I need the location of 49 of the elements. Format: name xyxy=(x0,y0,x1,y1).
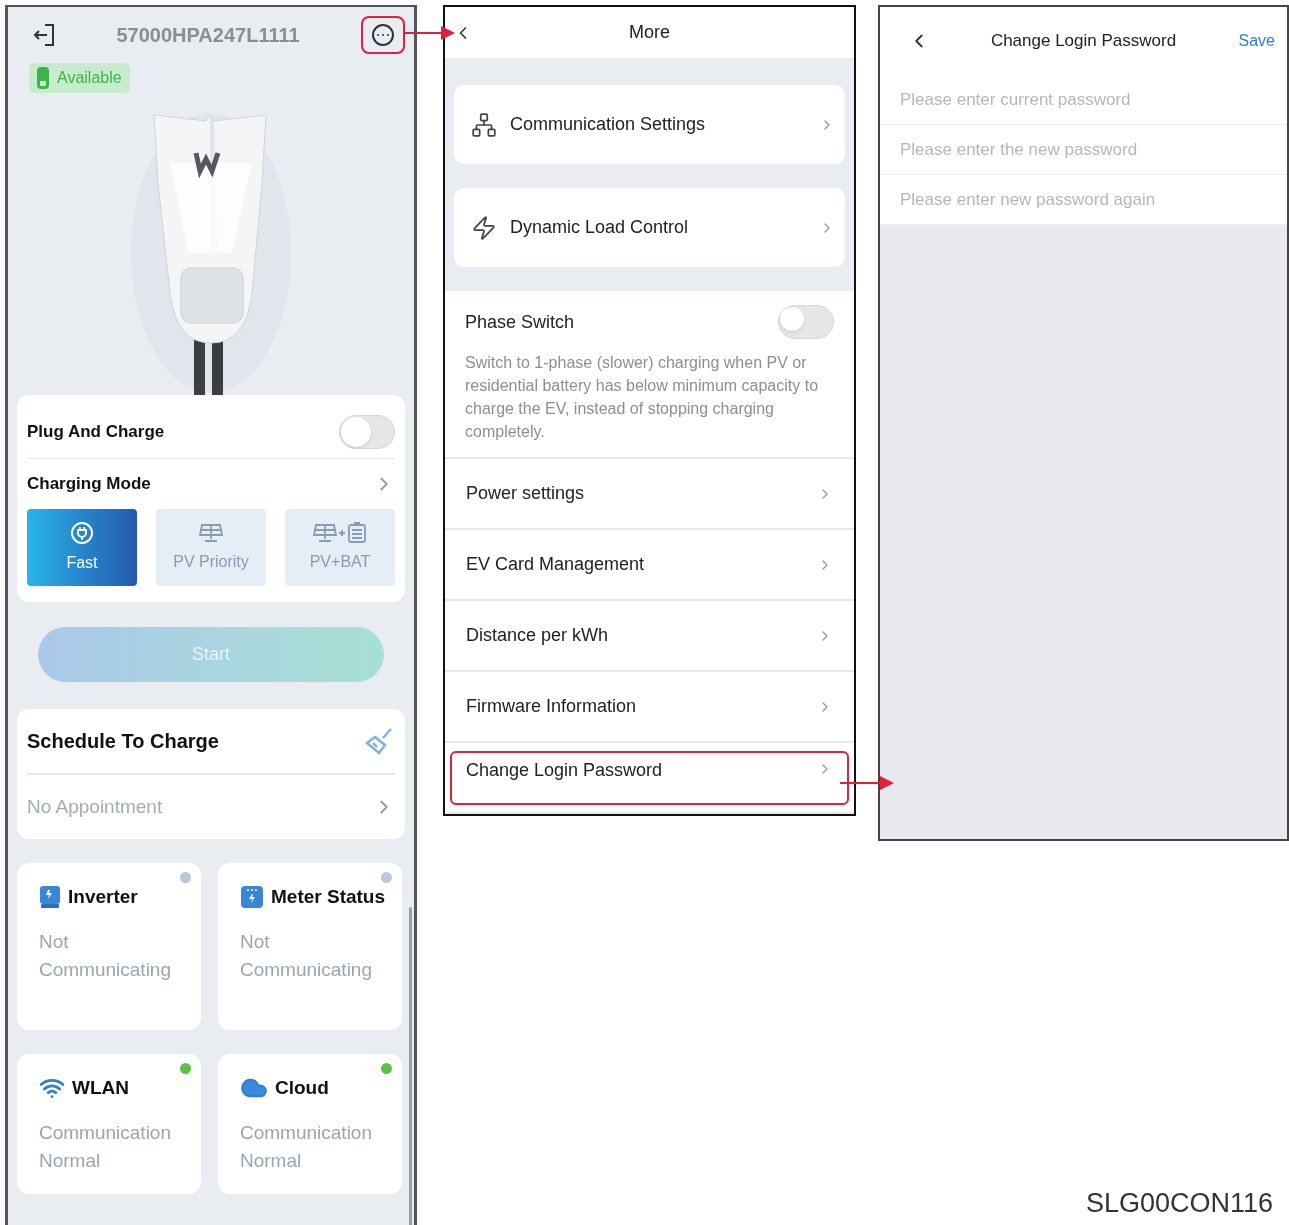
more-icon[interactable] xyxy=(371,23,395,47)
device-name: WLAN xyxy=(72,1076,129,1100)
device-status: Communication Normal xyxy=(240,1120,373,1173)
plug-icon xyxy=(70,520,94,545)
phase-switch-label: Phase Switch xyxy=(465,310,575,334)
device-serial: 57000HPA247L1111 xyxy=(116,23,300,48)
inverter-icon xyxy=(39,885,61,910)
menu-card[interactable]: Dynamic Load Control xyxy=(454,188,845,267)
solar-battery-icon xyxy=(312,521,368,544)
device-status: Not Communicating xyxy=(240,929,373,982)
password-field[interactable]: Please enter new password again xyxy=(880,175,1287,225)
solar-panel-icon xyxy=(198,521,224,544)
figure-caption: SLG00CON116 xyxy=(1085,1186,1273,1220)
device-status-card[interactable]: Meter Status Not Communicating xyxy=(218,863,402,1030)
phase-switch-description: Switch to 1-phase (slower) charging when PV or residential battery has below minimum capacity to charge the EV, instead of stopping charging completely. xyxy=(465,353,820,442)
network-icon xyxy=(471,111,497,138)
status-badge: Available xyxy=(29,63,130,93)
toggle-switch[interactable] xyxy=(778,305,834,339)
meter-icon xyxy=(240,885,264,910)
screen-title: More xyxy=(629,21,670,44)
device-name: Inverter xyxy=(68,885,138,909)
plug-and-charge-label: Plug And Charge xyxy=(27,420,165,443)
charging-mode-label: Charging Mode xyxy=(27,473,151,496)
lightning-icon xyxy=(471,214,497,241)
password-field[interactable]: Please enter the new password xyxy=(880,125,1287,175)
arrow xyxy=(840,775,895,791)
menu-item[interactable]: Firmware Information xyxy=(450,679,849,734)
password-field[interactable]: Please enter current password xyxy=(880,75,1287,125)
mode-button[interactable]: Fast xyxy=(27,509,137,586)
charger-icon xyxy=(37,67,49,89)
exit-icon[interactable] xyxy=(33,23,55,47)
save-button[interactable]: Save xyxy=(1238,29,1275,53)
toggle-switch[interactable] xyxy=(339,414,395,449)
menu-card[interactable]: Communication Settings xyxy=(454,85,845,164)
menu-item[interactable]: Distance per kWh xyxy=(450,608,849,663)
device-status-card[interactable]: Inverter Not Communicating xyxy=(17,863,201,1030)
screen-title: Change Login Password xyxy=(990,30,1177,53)
device-status: Not Communicating xyxy=(39,929,172,982)
schedule-value: No Appointment xyxy=(27,794,163,819)
schedule-title: Schedule To Charge xyxy=(27,729,219,754)
device-status: Communication Normal xyxy=(39,1120,172,1173)
device-status-card[interactable]: Cloud Communication Normal xyxy=(218,1054,402,1194)
menu-item[interactable]: Change Login Password xyxy=(450,750,849,805)
menu-item[interactable]: EV Card Management xyxy=(450,537,849,592)
menu-item[interactable]: Power settings xyxy=(450,466,849,521)
device-name: Cloud xyxy=(275,1076,329,1100)
device-name: Meter Status xyxy=(271,885,386,909)
broom-icon[interactable] xyxy=(365,727,395,755)
device-status-card[interactable]: WLAN Communication Normal xyxy=(17,1054,201,1194)
